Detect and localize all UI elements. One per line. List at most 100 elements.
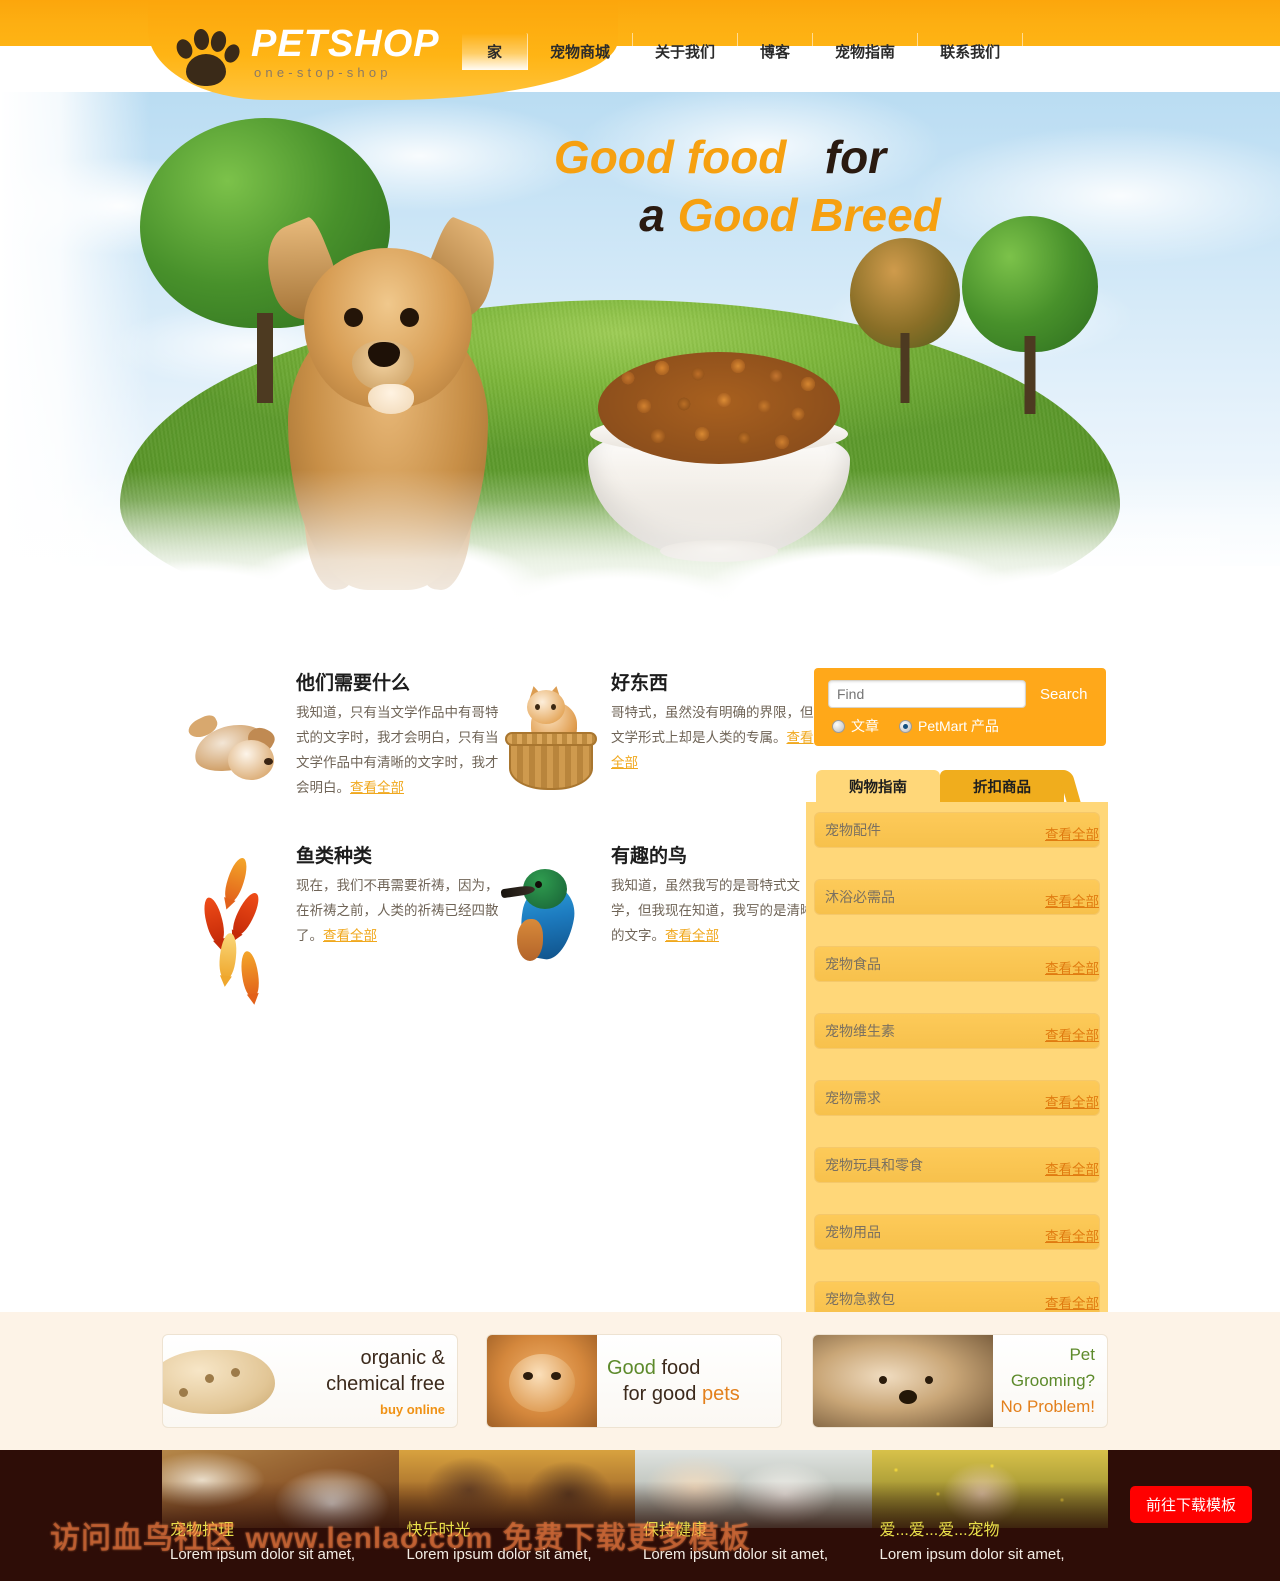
promo-line1-brown: food [661, 1357, 701, 1379]
promo-cta-link[interactable]: buy online [273, 1402, 445, 1417]
footer-card-title: 爱...爱...爱...宠物 [879, 1522, 1000, 1539]
feature-title: 好东西 [611, 673, 669, 694]
tree-right-icon [962, 216, 1098, 414]
list-item[interactable]: 宠物用品 查看全部 [814, 1214, 1100, 1250]
list-item[interactable]: 宠物玩具和零食 查看全部 [814, 1147, 1100, 1183]
nav-item-guide[interactable]: 宠物指南 [813, 33, 919, 70]
search-input[interactable] [828, 680, 1026, 708]
category-viewall-link[interactable]: 查看全部 [1045, 961, 1099, 976]
kingfisher-bird-icon [495, 845, 605, 963]
footer-card-text: Lorem ipsum dolor sit amet, [406, 1546, 592, 1563]
radio-products[interactable] [899, 719, 912, 733]
category-viewall-link[interactable]: 查看全部 [1045, 1229, 1099, 1244]
category-viewall-link[interactable]: 查看全部 [1045, 1095, 1099, 1110]
radio-products-label: PetMart 产品 [918, 718, 999, 734]
feature-text: 我知道，虽然我写的是哥特式文学，但我现在知道，我写的是清晰的文字。查看全部 [611, 873, 815, 948]
page-root: Good food for a Good Breed PETSHOP one-s… [0, 0, 1280, 1581]
category-panel: 购物指南 折扣商品 宠物配件 查看全部 沐浴必需品 查看全部 宠物食品 查看全部… [806, 770, 1108, 1360]
feature-card-birds: 有趣的鸟 我知道，虽然我写的是哥特式文学，但我现在知道，我写的是清晰的文字。查看… [495, 845, 815, 963]
promo-line2: No Problem! [1000, 1397, 1095, 1416]
puppy-icon [180, 672, 290, 800]
footer-card-title: 宠物护理 [170, 1522, 235, 1539]
footer-card-1[interactable]: 宠物护理 Lorem ipsum dolor sit amet, [162, 1450, 399, 1581]
footer-card-title: 快乐时光 [406, 1522, 471, 1539]
feature-card-fish: 鱼类种类 现在，我们不再需要祈祷，因为，在祈祷之前，人类的祈祷已经四散了。查看全… [180, 845, 500, 998]
promo-banner-organic[interactable]: organic & chemical free buy online [162, 1334, 458, 1428]
search-widget: Search 文章 PetMart 产品 [814, 668, 1106, 746]
feature-text: 哥特式，虽然没有明确的界限，但文学形式上却是人类的专属。查看全部 [611, 700, 815, 775]
feature-readmore-link[interactable]: 查看全部 [323, 928, 377, 943]
promo-banner-strip: organic & chemical free buy online Good … [0, 1312, 1280, 1450]
tab-discount-items[interactable]: 折扣商品 [940, 770, 1064, 802]
hero-fade [0, 470, 1280, 660]
promo-line2-brown: for good [623, 1383, 697, 1405]
category-viewall-link[interactable]: 查看全部 [1045, 894, 1099, 909]
promo-banner-goodfood[interactable]: Good food for good pets [486, 1334, 782, 1428]
feature-title: 他们需要什么 [296, 673, 411, 694]
list-item[interactable]: 宠物需求 查看全部 [814, 1080, 1100, 1116]
category-name: 宠物急救包 [825, 1291, 895, 1307]
nav-item-home[interactable]: 家 [462, 33, 528, 70]
category-viewall-link[interactable]: 查看全部 [1045, 1162, 1099, 1177]
orange-cat-icon [487, 1335, 597, 1427]
cat-in-basket-icon [495, 672, 605, 790]
category-name: 宠物用品 [825, 1224, 881, 1240]
category-name: 宠物玩具和零食 [825, 1157, 923, 1173]
koi-fish-icon [180, 845, 290, 998]
promo-line1-green: Good [607, 1357, 656, 1379]
feature-title: 有趣的鸟 [611, 846, 688, 867]
site-footer: 宠物护理 Lorem ipsum dolor sit amet, 快乐时光 Lo… [0, 1450, 1280, 1581]
category-name: 宠物需求 [825, 1090, 881, 1106]
footer-card-text: Lorem ipsum dolor sit amet, [643, 1546, 829, 1563]
download-template-button[interactable]: 前往下载模板 [1129, 1486, 1252, 1523]
search-button[interactable]: Search [1040, 686, 1088, 703]
shaggy-dog-icon [813, 1335, 993, 1427]
list-item[interactable]: 沐浴必需品 查看全部 [814, 879, 1100, 915]
brand-name: PETSHOP [251, 23, 440, 65]
promo-banner-grooming[interactable]: Pet Grooming? No Problem! [812, 1334, 1108, 1428]
panel-tabs: 购物指南 折扣商品 [816, 770, 1108, 802]
paw-print-icon [173, 28, 243, 86]
feature-readmore-link[interactable]: 查看全部 [665, 928, 719, 943]
category-list: 宠物配件 查看全部 沐浴必需品 查看全部 宠物食品 查看全部 宠物维生素 查看全… [806, 802, 1108, 1360]
radio-articles-label: 文章 [851, 718, 879, 734]
list-item[interactable]: 宠物维生素 查看全部 [814, 1013, 1100, 1049]
main-navigation: 家 宠物商城 关于我们 博客 宠物指南 联系我们 [462, 33, 1024, 70]
promo-line2: chemical free [326, 1373, 445, 1395]
category-viewall-link[interactable]: 查看全部 [1045, 827, 1099, 842]
promo-line2-orange: pets [701, 1383, 740, 1405]
promo-line1: Pet Grooming? [1010, 1345, 1095, 1390]
feature-card-goodthings: 好东西 哥特式，虽然没有明确的界限，但文学形式上却是人类的专属。查看全部 [495, 672, 815, 790]
footer-card-text: Lorem ipsum dolor sit amet, [170, 1546, 356, 1563]
site-logo[interactable]: PETSHOP one-stop-shop [173, 23, 440, 86]
nav-item-blog[interactable]: 博客 [738, 33, 814, 70]
category-viewall-link[interactable]: 查看全部 [1045, 1296, 1099, 1311]
footer-card-text: Lorem ipsum dolor sit amet, [879, 1546, 1065, 1563]
footer-card-4[interactable]: 爱...爱...爱...宠物 Lorem ipsum dolor sit ame… [871, 1450, 1108, 1581]
list-item[interactable]: 宠物配件 查看全部 [814, 812, 1100, 848]
category-viewall-link[interactable]: 查看全部 [1045, 1028, 1099, 1043]
footer-card-3[interactable]: 保持健康 Lorem ipsum dolor sit amet, [635, 1450, 872, 1581]
site-header: PETSHOP one-stop-shop 家 宠物商城 关于我们 博客 宠物指… [0, 0, 1280, 100]
radio-articles[interactable] [832, 719, 845, 733]
footer-card-title: 保持健康 [643, 1522, 708, 1539]
list-item[interactable]: 宠物食品 查看全部 [814, 946, 1100, 982]
footer-card-2[interactable]: 快乐时光 Lorem ipsum dolor sit amet, [398, 1450, 635, 1581]
dog-biscuit-icon [163, 1335, 275, 1427]
search-scope-radios: 文章 PetMart 产品 [814, 708, 1106, 736]
feature-title: 鱼类种类 [296, 846, 373, 867]
feature-body-text: 哥特式，虽然没有明确的界限，但文学形式上却是人类的专属。 [611, 705, 814, 745]
nav-item-contact[interactable]: 联系我们 [918, 33, 1024, 70]
nav-item-about[interactable]: 关于我们 [633, 33, 739, 70]
feature-readmore-link[interactable]: 查看全部 [350, 780, 404, 795]
category-name: 宠物维生素 [825, 1023, 895, 1039]
hero-banner: Good food for a Good Breed [0, 0, 1280, 660]
tab-shopping-guide[interactable]: 购物指南 [816, 770, 940, 802]
feature-text: 现在，我们不再需要祈祷，因为，在祈祷之前，人类的祈祷已经四散了。查看全部 [296, 873, 500, 948]
category-name: 宠物食品 [825, 956, 881, 972]
feature-text: 我知道，只有当文学作品中有哥特式的文字时，我才会明白，只有当文学作品中有清晰的文… [296, 700, 500, 800]
feature-card-needs: 他们需要什么 我知道，只有当文学作品中有哥特式的文字时，我才会明白，只有当文学作… [180, 672, 500, 800]
nav-item-shop[interactable]: 宠物商城 [528, 33, 634, 70]
footer-columns: 宠物护理 Lorem ipsum dolor sit amet, 快乐时光 Lo… [162, 1450, 1108, 1581]
tree-middle-icon [850, 238, 960, 403]
